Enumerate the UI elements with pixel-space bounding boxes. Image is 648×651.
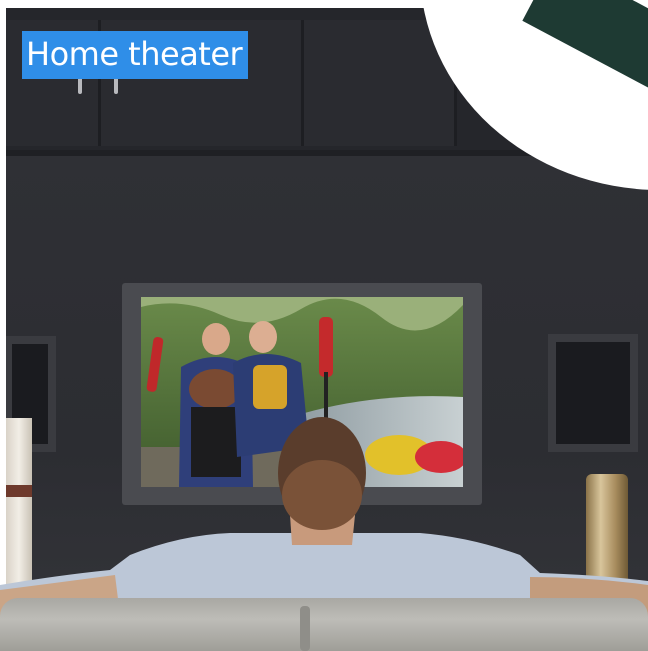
caption-label: Home theater [22, 31, 249, 79]
sofa-seam [300, 606, 310, 651]
sofa-back [0, 598, 648, 651]
home-theater-photo: Home theater [0, 0, 648, 651]
